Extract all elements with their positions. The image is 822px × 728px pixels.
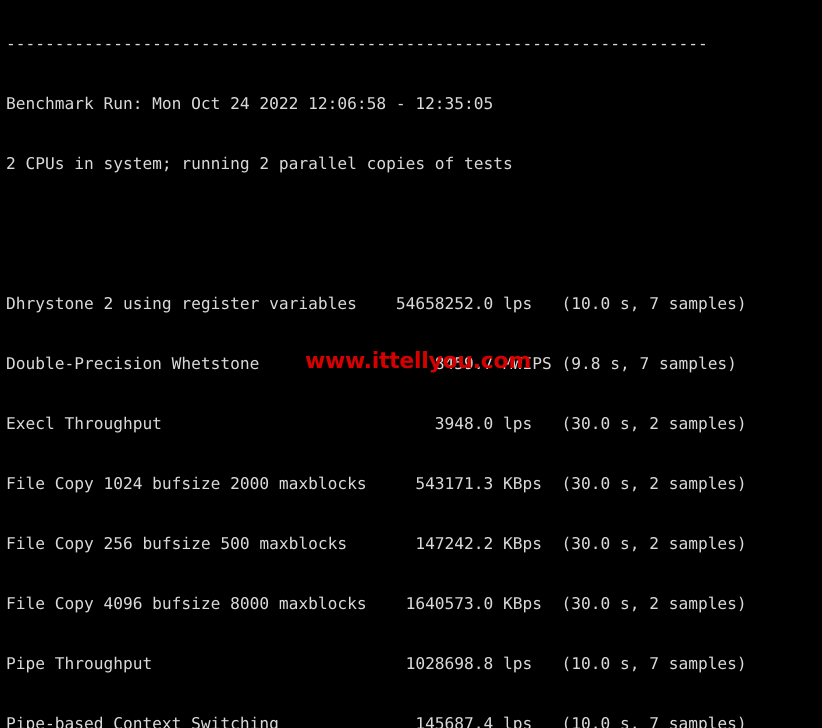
cpu-info-line: 2 CPUs in system; running 2 parallel cop…	[6, 154, 513, 173]
result-row: File Copy 256 bufsize 500 maxblocks 1472…	[6, 534, 747, 553]
result-row: Dhrystone 2 using register variables 546…	[6, 294, 747, 313]
result-row: Pipe Throughput 1028698.8 lps (10.0 s, 7…	[6, 654, 747, 673]
benchmark-run-line: Benchmark Run: Mon Oct 24 2022 12:06:58 …	[6, 94, 494, 113]
result-row: File Copy 1024 bufsize 2000 maxblocks 54…	[6, 474, 747, 493]
terminal-output: ----------------------------------------…	[6, 0, 747, 728]
terminal-window[interactable]: ----------------------------------------…	[0, 0, 822, 728]
result-row: Double-Precision Whetstone 8459.7 MWIPS …	[6, 354, 737, 373]
result-row: File Copy 4096 bufsize 8000 maxblocks 16…	[6, 594, 747, 613]
result-row: Execl Throughput 3948.0 lps (30.0 s, 2 s…	[6, 414, 747, 433]
result-row: Pipe-based Context Switching 145687.4 lp…	[6, 714, 747, 728]
top-rule: ----------------------------------------…	[6, 34, 708, 53]
